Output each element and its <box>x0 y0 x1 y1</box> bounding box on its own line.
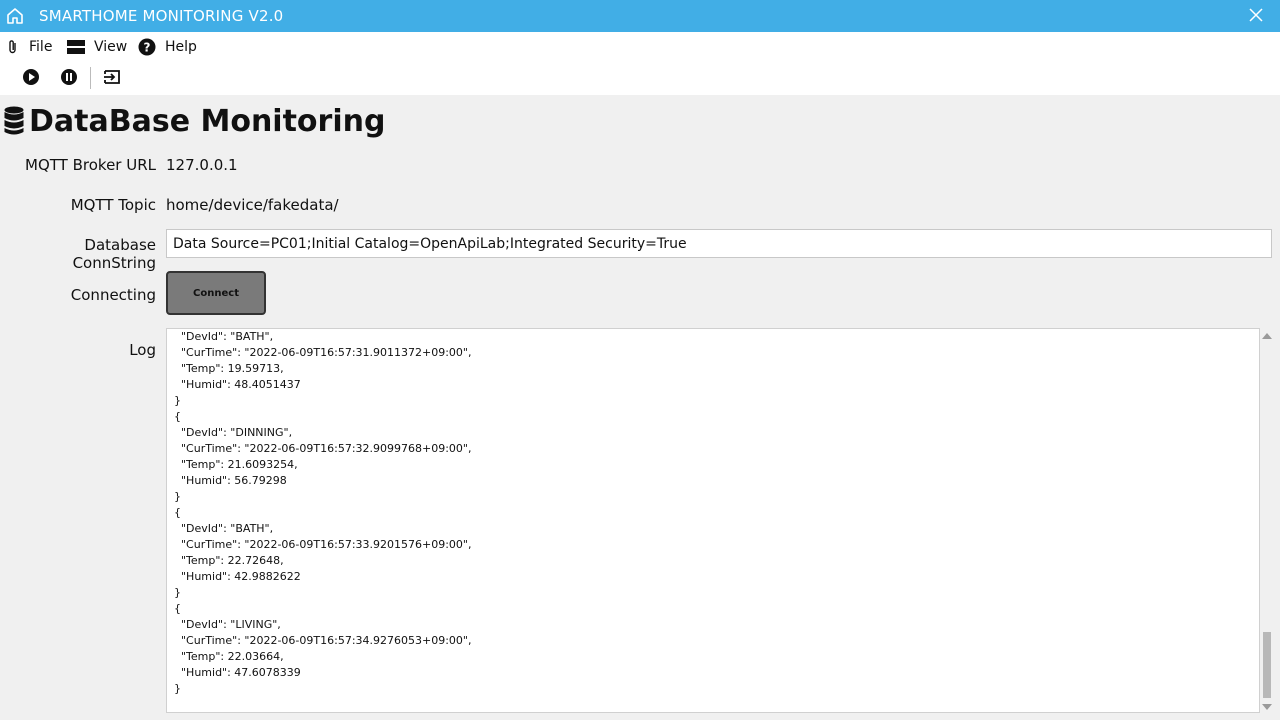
log-line: { <box>174 410 181 423</box>
svg-text:?: ? <box>144 40 151 54</box>
log-line: "Humid": 56.79298 <box>174 474 287 487</box>
log-line: "Temp": 22.72648, <box>174 554 284 567</box>
log-line: "Temp": 19.59713, <box>174 362 284 375</box>
log-line: "Humid": 48.4051437 <box>174 378 301 391</box>
log-line: "Humid": 47.6078339 <box>174 666 301 679</box>
view-icon <box>67 39 85 54</box>
menu-file[interactable]: File <box>6 32 52 61</box>
scroll-down-icon[interactable] <box>1262 703 1272 711</box>
log-line: "CurTime": "2022-06-09T16:57:32.9099768+… <box>174 442 472 455</box>
log-line: "Humid": 42.9882622 <box>174 570 301 583</box>
toolbar <box>0 61 1280 95</box>
window-title: SMARTHOME MONITORING V2.0 <box>39 7 284 25</box>
log-line: } <box>174 394 181 407</box>
log-line: "CurTime": "2022-06-09T16:57:31.9011372+… <box>174 346 472 359</box>
log-line: "DevId": "BATH", <box>174 330 274 343</box>
page-header: DataBase Monitoring <box>4 101 385 141</box>
connecting-label: Connecting <box>70 286 156 304</box>
log-line: "CurTime": "2022-06-09T16:57:33.9201576+… <box>174 538 472 551</box>
connstring-field[interactable]: Data Source=PC01;Initial Catalog=OpenApi… <box>166 229 1272 258</box>
menu-view[interactable]: View <box>67 32 127 61</box>
log-line: } <box>174 682 181 695</box>
broker-url-value: 127.0.0.1 <box>166 156 238 174</box>
play-icon[interactable] <box>21 67 41 87</box>
log-line: "DevId": "DINNING", <box>174 426 293 439</box>
log-line: "Temp": 22.03664, <box>174 650 284 663</box>
menu-view-label: View <box>94 38 128 55</box>
mqtt-topic-value: home/device/fakedata/ <box>166 196 339 214</box>
log-line: "DevId": "LIVING", <box>174 618 281 631</box>
log-label: Log <box>129 341 156 359</box>
mqtt-topic-label: MQTT Topic <box>70 196 156 214</box>
log-line: { <box>174 602 181 615</box>
close-icon[interactable] <box>1248 7 1264 23</box>
scroll-thumb[interactable] <box>1263 632 1271 698</box>
log-scrollbar[interactable] <box>1260 328 1274 713</box>
log-line: "Temp": 21.6093254, <box>174 458 298 471</box>
page-title: DataBase Monitoring <box>29 103 386 139</box>
database-icon <box>4 106 24 135</box>
menu-help[interactable]: ? Help <box>138 32 197 61</box>
connect-button-label: Connect <box>193 287 239 299</box>
broker-url-label: MQTT Broker URL <box>25 156 156 174</box>
log-line: } <box>174 586 181 599</box>
menu-help-label: Help <box>165 38 197 55</box>
title-bar: SMARTHOME MONITORING V2.0 <box>0 0 1280 32</box>
connstring-label: Database ConnString <box>72 236 156 272</box>
log-textbox[interactable]: "DevId": "BATH", "CurTime": "2022-06-09T… <box>166 328 1260 713</box>
scroll-up-icon[interactable] <box>1262 332 1272 340</box>
log-content: "DevId": "BATH", "CurTime": "2022-06-09T… <box>174 329 471 697</box>
home-icon <box>7 8 23 24</box>
log-line: "DevId": "BATH", <box>174 522 274 535</box>
menu-file-label: File <box>29 38 53 55</box>
exit-icon[interactable] <box>102 67 122 87</box>
log-line: "CurTime": "2022-06-09T16:57:34.9276053+… <box>174 634 472 647</box>
paperclip-icon <box>9 39 16 53</box>
menu-bar: File View ? Help <box>0 32 1280 61</box>
log-line: } <box>174 490 181 503</box>
pause-icon[interactable] <box>59 67 79 87</box>
toolbar-separator <box>90 67 91 89</box>
help-icon: ? <box>138 38 156 55</box>
log-line: { <box>174 506 181 519</box>
connect-button[interactable]: Connect <box>166 271 266 315</box>
